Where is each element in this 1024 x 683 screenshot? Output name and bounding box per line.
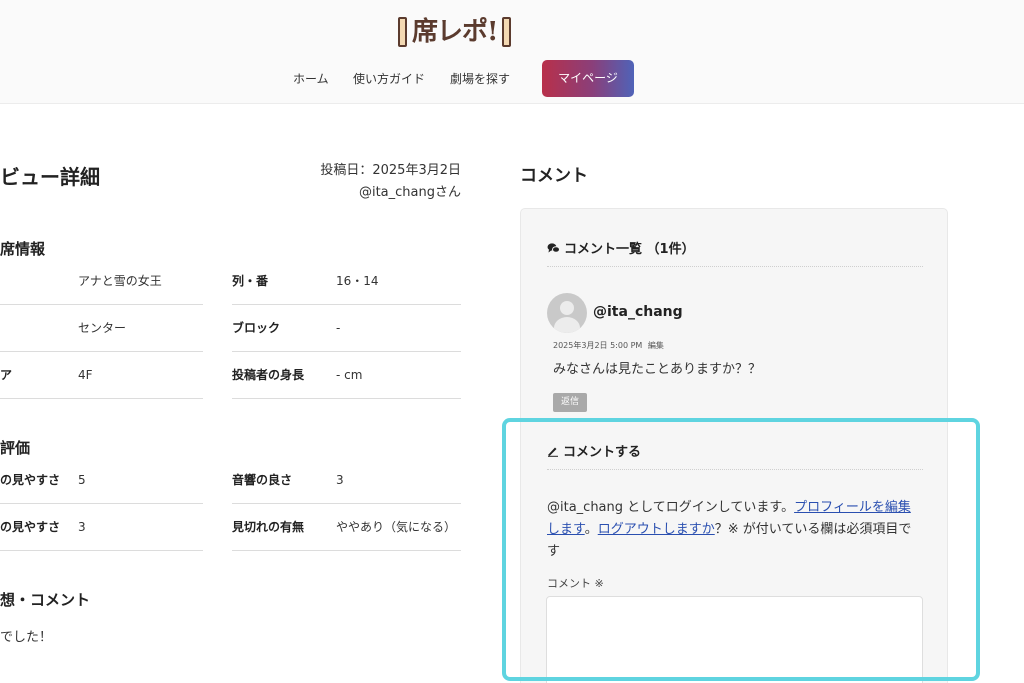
- nav-guide[interactable]: 使い方ガイド: [353, 70, 425, 87]
- comment-form-heading: コメントする: [547, 441, 641, 460]
- post-author[interactable]: @ita_changさん: [300, 182, 461, 204]
- comment-date[interactable]: 2025年3月2日 5:00 PM: [553, 341, 642, 350]
- login-note: @ita_chang としてログインしています。プロフィールを編集します。ログア…: [547, 497, 919, 563]
- logo-text: 席レポ!: [412, 17, 498, 47]
- comment-field-label: コメント ※: [547, 577, 604, 590]
- post-meta: 投稿日：2025年3月2日 @ita_changさん: [300, 160, 461, 204]
- logout-link[interactable]: ログアウトしますか: [598, 522, 715, 537]
- nav-home[interactable]: ホーム: [293, 70, 329, 87]
- rating-row-label2: 音響の良さ: [232, 473, 293, 487]
- posted-date: 投稿日：2025年3月2日: [320, 163, 461, 178]
- divider: [547, 266, 923, 267]
- main-nav: ホーム 使い方ガイド 劇場を探す マイページ: [0, 60, 1024, 98]
- seat-row-value: 4F: [78, 368, 93, 382]
- seat-row-value2: - cm: [336, 368, 363, 382]
- seat-row-value2: 16・14: [336, 274, 379, 288]
- avatar: [547, 293, 587, 333]
- divider: [547, 469, 923, 470]
- logo-left-bracket: [398, 17, 407, 47]
- comment-textarea[interactable]: [546, 596, 923, 683]
- seat-row-value: アナと雪の女王: [78, 274, 162, 288]
- site-header: 席レポ! ホーム 使い方ガイド 劇場を探す マイページ: [0, 0, 1024, 104]
- pencil-icon: [548, 447, 558, 457]
- comment-section-title: 想・コメント: [0, 591, 91, 609]
- rating-row-value2: ややあり（気になる）: [336, 520, 457, 534]
- separator: 。: [584, 522, 598, 537]
- logo-right-bracket: [502, 17, 512, 47]
- reply-button[interactable]: 返信: [553, 393, 587, 412]
- comment-form-title: コメントする: [563, 445, 642, 460]
- rating-section-title: 評価: [0, 439, 31, 457]
- comments-icon: [547, 242, 560, 253]
- comment-edit-link[interactable]: 編集: [648, 341, 664, 350]
- rating-row-label: の見やすさ: [0, 473, 61, 487]
- avatar-head: [560, 301, 574, 315]
- page-title: ビュー詳細: [0, 165, 100, 189]
- site-logo[interactable]: 席レポ!: [398, 14, 524, 50]
- logged-in-text: @ita_chang としてログインしています。: [547, 500, 795, 515]
- rating-row-label2: 見切れの有無: [232, 520, 305, 534]
- seat-row-label2: 列・番: [232, 274, 269, 288]
- avatar-body: [554, 317, 580, 333]
- comment-date-line: 2025年3月2日 5:00 PM 編集: [553, 340, 664, 351]
- nav-find-theater[interactable]: 劇場を探す: [450, 70, 510, 87]
- rating-row-value2: 3: [336, 473, 344, 487]
- comments-title: コメント: [520, 166, 588, 186]
- rating-row-label: の見やすさ: [0, 520, 61, 534]
- mypage-button[interactable]: マイページ: [542, 60, 634, 97]
- row-divider: [232, 550, 461, 551]
- seat-row-label2: ブロック: [232, 321, 281, 335]
- comment-username: @ita_chang: [593, 304, 683, 320]
- rating-row-value: 3: [78, 520, 86, 534]
- review-comment-text: でした！: [0, 630, 53, 645]
- row-divider: [0, 398, 203, 399]
- rating-row-value: 5: [78, 473, 86, 487]
- row-divider: [232, 398, 461, 399]
- seat-section-title: 席情報: [0, 240, 46, 258]
- comment-list-title: コメント一覧 （1件）: [564, 242, 695, 257]
- row-divider: [0, 550, 203, 551]
- row-divider: [0, 351, 203, 352]
- comment-list-heading: コメント一覧 （1件）: [547, 238, 695, 257]
- seat-row-value: センター: [78, 321, 127, 335]
- seat-row-value2: -: [336, 321, 341, 335]
- comment-text: みなさんは見たことありますか？？: [553, 362, 762, 377]
- seat-row-label2: 投稿者の身長: [232, 368, 305, 382]
- seat-row-label: ア: [0, 368, 13, 382]
